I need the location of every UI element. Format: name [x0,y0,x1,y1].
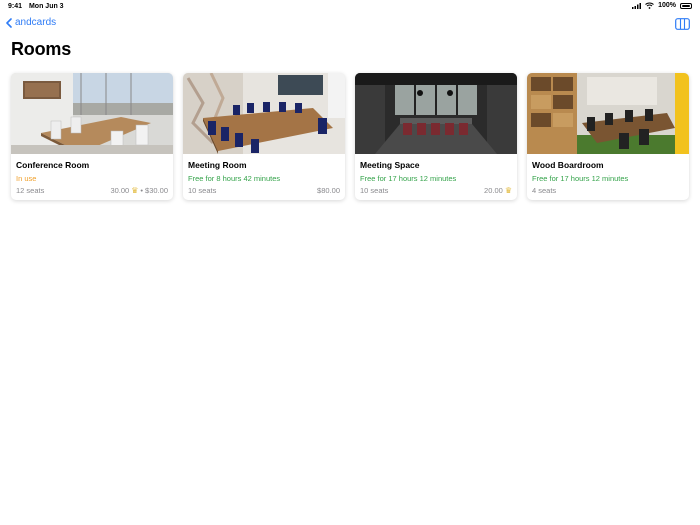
credit-coin-icon: ♛ [131,186,139,195]
rooms-grid: Conference Room In use 12 seats 30.00 ♛ … [11,73,689,200]
room-pricing: $80.00 [317,186,340,195]
room-status: Free for 8 hours 42 minutes [188,174,281,183]
room-card-wood-boardroom[interactable]: Wood Boardroom Free for 17 hours 12 minu… [527,73,689,200]
status-date: Mon Jun 3 [28,3,64,10]
status-time: 9:41 [8,3,23,10]
room-footer: 12 seats 30.00 ♛ • $30.00 [16,186,168,195]
room-status: In use [16,174,37,183]
room-card-body: Conference Room In use 12 seats 30.00 ♛ … [11,154,173,200]
split-view-button[interactable] [675,17,690,35]
room-status: Free for 17 hours 12 minutes [532,174,629,183]
room-card-body: Meeting Room Free for 8 hours 42 minutes… [183,154,345,200]
room-seats: 10 seats [360,186,389,195]
room-pricing: 30.00 ♛ • $30.00 [110,186,168,195]
room-price: $30.00 [145,186,168,195]
room-seats: 4 seats [532,186,557,195]
room-name: Meeting Space [360,160,420,170]
room-seats: 12 seats [16,186,45,195]
room-seats: 10 seats [188,186,217,195]
room-card-meeting-room[interactable]: Meeting Room Free for 8 hours 42 minutes… [183,73,345,200]
battery-icon [680,2,692,9]
room-footer: 10 seats 20.00 ♛ [360,186,512,195]
wifi-icon [645,2,654,9]
room-card-body: Wood Boardroom Free for 17 hours 12 minu… [527,154,689,200]
chevron-left-icon [6,17,12,28]
room-photo [11,73,173,154]
status-bar: 9:41 Mon Jun 3 100% [0,0,700,14]
battery-percent: 100% [658,2,676,9]
room-status: Free for 17 hours 12 minutes [360,174,457,183]
room-card-meeting-space[interactable]: Meeting Space Free for 17 hours 12 minut… [355,73,517,200]
navigation-bar: andcards [0,14,700,34]
back-label: andcards [15,17,57,28]
room-credits: 30.00 [110,186,130,195]
status-time-date: 9:41 Mon Jun 3 [8,3,69,10]
room-pricing: 20.00 ♛ [484,186,512,195]
price-separator: • [140,186,144,195]
room-name: Conference Room [16,160,90,170]
credit-coin-icon: ♛ [504,186,512,195]
page-title: Rooms [11,39,72,59]
room-photo [527,73,689,154]
room-photo [183,73,345,154]
status-indicators: 100% [632,2,692,9]
room-credits: 20.00 [484,186,503,195]
room-footer: 10 seats $80.00 [188,186,340,195]
room-price: $80.00 [317,186,340,195]
room-card-conference-room[interactable]: Conference Room In use 12 seats 30.00 ♛ … [11,73,173,200]
room-name: Wood Boardroom [532,160,604,170]
room-name: Meeting Room [188,160,247,170]
room-footer: 4 seats [532,186,684,195]
back-button[interactable]: andcards [6,17,56,28]
room-photo [355,73,517,154]
cellular-icon [632,2,642,9]
split-view-icon [675,18,690,30]
room-card-body: Meeting Space Free for 17 hours 12 minut… [355,154,517,200]
